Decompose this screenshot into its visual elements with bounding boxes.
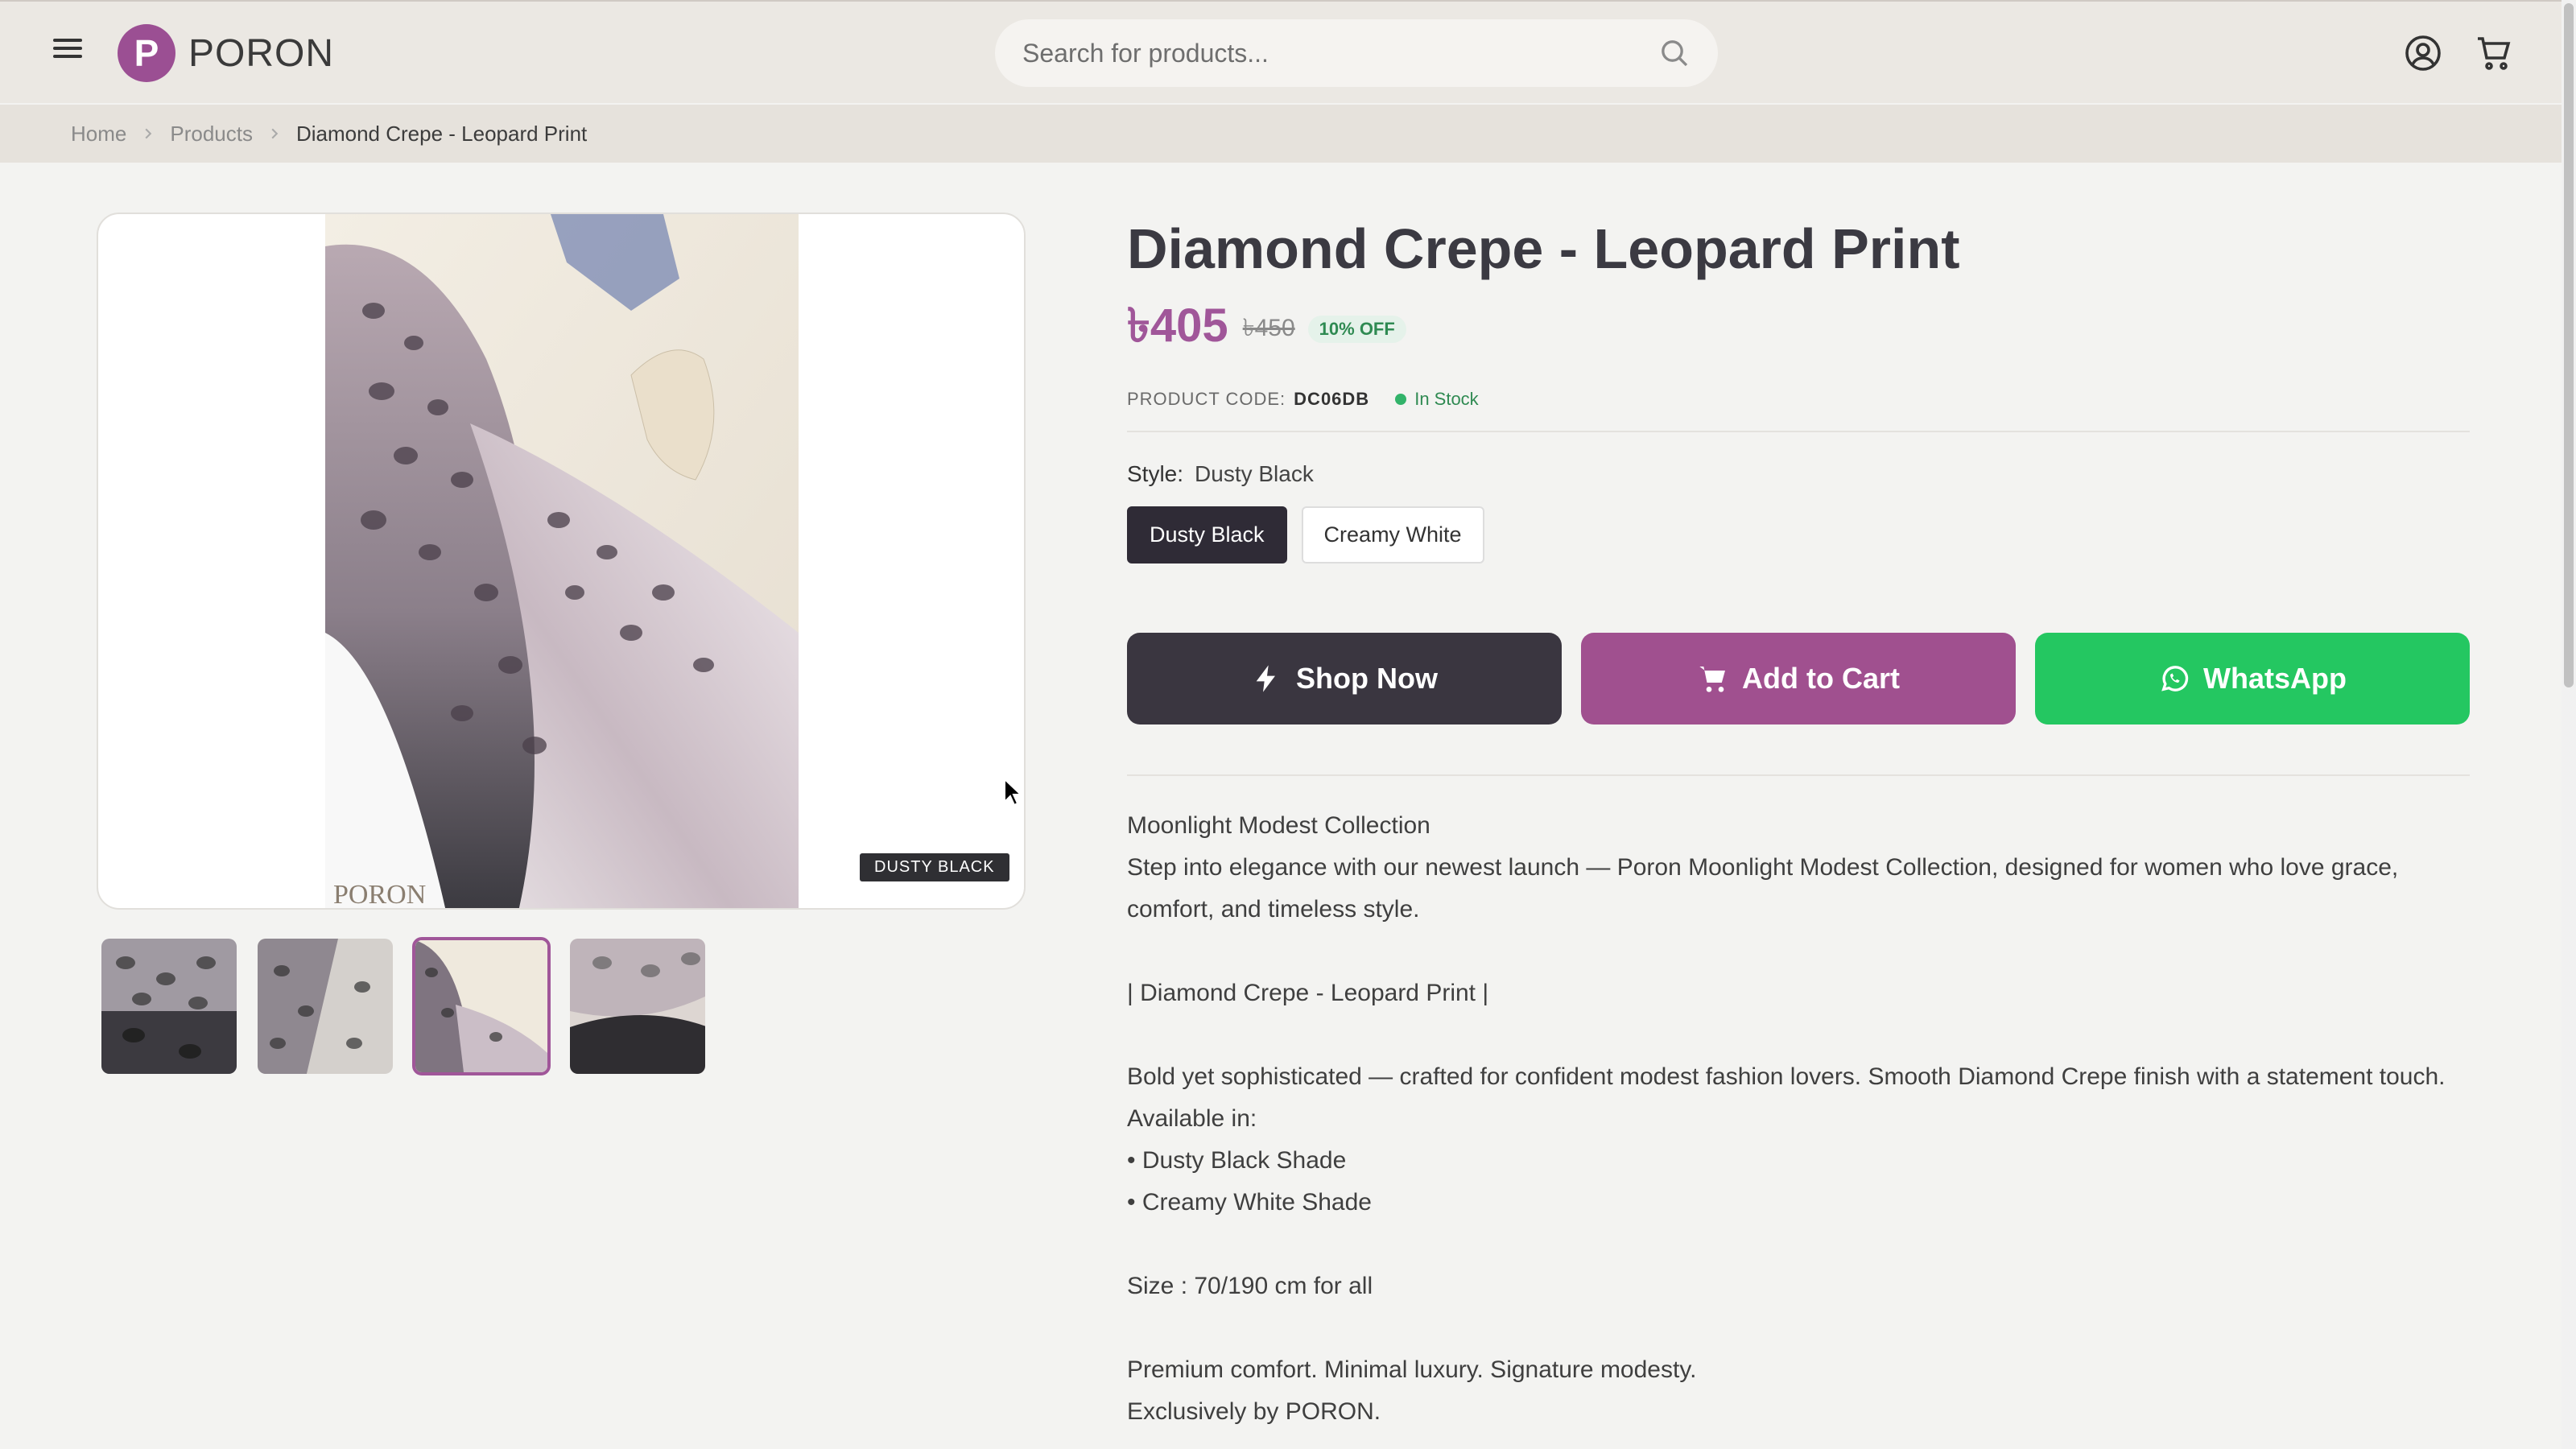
product-details: Diamond Crepe - Leopard Print ৳405 ৳450 …	[1127, 213, 2470, 1433]
description-line: • Creamy White Shade	[1127, 1189, 1372, 1216]
product-code: DC06DB	[1294, 389, 1370, 409]
description-line: Step into elegance with our newest launc…	[1127, 854, 2405, 923]
whatsapp-label: WhatsApp	[2203, 662, 2347, 695]
lightning-icon	[1256, 665, 1275, 692]
breadcrumb-home[interactable]: Home	[71, 122, 126, 147]
logo-text: PORON	[188, 31, 335, 75]
product-code-label: PRODUCT CODE:	[1127, 389, 1286, 409]
cart-icon[interactable]	[2475, 34, 2513, 72]
discount-badge: 10% OFF	[1307, 315, 1406, 343]
shop-now-label: Shop Now	[1296, 662, 1438, 695]
whatsapp-icon	[2161, 666, 2189, 691]
original-price: ৳450	[1242, 315, 1295, 341]
description-line: Bold yet sophisticated — crafted for con…	[1127, 1063, 2446, 1090]
whatsapp-button[interactable]: WhatsApp	[2035, 633, 2470, 724]
style-options: Dusty Black Creamy White	[1127, 506, 2470, 564]
chevron-right-icon	[271, 128, 279, 139]
shop-now-button[interactable]: Shop Now	[1127, 633, 1562, 724]
breadcrumb: Home Products Diamond Crepe - Leopard Pr…	[0, 105, 2562, 163]
scrollbar-thumb[interactable]	[2564, 3, 2574, 687]
style-value: Dusty Black	[1195, 461, 1314, 486]
description-line: Premium comfort. Minimal luxury. Signatu…	[1127, 1356, 1697, 1383]
action-buttons: Shop Now Add to Cart WhatsApp	[1127, 633, 2470, 724]
main-product-image[interactable]: PORON	[97, 213, 1026, 910]
cart-icon	[1699, 667, 1725, 692]
menu-icon[interactable]	[50, 34, 90, 69]
logo-mark: P	[118, 24, 175, 82]
description-line: Exclusively by PORON.	[1127, 1398, 1381, 1425]
description-line: Moonlight Modest Collection	[1127, 812, 1430, 839]
page-scrollbar[interactable]	[2562, 0, 2576, 1449]
search-input[interactable]	[1022, 38, 1658, 68]
user-icon[interactable]	[2404, 34, 2442, 72]
stock-indicator-icon	[1395, 394, 1407, 405]
site-header: P PORON	[0, 0, 2562, 103]
search-icon[interactable]	[1658, 37, 1690, 69]
price-row: ৳405 ৳450 10% OFF	[1127, 290, 2470, 368]
product-title: Diamond Crepe - Leopard Print	[1127, 217, 1960, 280]
breadcrumb-products[interactable]: Products	[170, 122, 253, 147]
thumbnail-4[interactable]	[568, 937, 707, 1075]
description-line: | Diamond Crepe - Leopard Print |	[1127, 980, 1489, 1006]
add-to-cart-button[interactable]: Add to Cart	[1581, 633, 2016, 724]
mouse-cursor-icon	[1004, 778, 1022, 807]
search-bar	[995, 19, 1718, 87]
product-code-row: PRODUCT CODE: DC06DB In Stock	[1127, 389, 2470, 432]
style-row: Style: Dusty Black	[1127, 461, 2470, 487]
add-to-cart-label: Add to Cart	[1742, 662, 1900, 695]
style-option-creamy-white[interactable]: Creamy White	[1301, 506, 1484, 564]
thumbnail-1[interactable]	[100, 937, 238, 1075]
breadcrumb-current: Diamond Crepe - Leopard Print	[295, 121, 588, 146]
image-style-tag: DUSTY BLACK	[860, 853, 1009, 881]
thumbnail-2[interactable]	[256, 937, 394, 1075]
stock-status: In Stock	[1414, 389, 1479, 409]
current-price: ৳405	[1127, 299, 1228, 352]
thumbnail-strip	[100, 937, 707, 1075]
brand-logo[interactable]: P PORON	[118, 24, 334, 82]
style-option-dusty-black[interactable]: Dusty Black	[1127, 506, 1287, 564]
description-line: Available in:	[1127, 1105, 1257, 1132]
description-line: • Dusty Black Shade	[1127, 1147, 1347, 1174]
product-description: Moonlight Modest Collection Step into el…	[1127, 805, 2470, 1433]
product-photo: PORON	[325, 214, 799, 910]
chevron-right-icon	[145, 128, 152, 139]
thumbnail-3[interactable]	[412, 937, 551, 1075]
style-label: Style:	[1127, 461, 1184, 486]
photo-watermark: PORON	[333, 880, 426, 910]
description-line: Size : 70/190 cm for all	[1127, 1273, 1373, 1299]
divider	[1127, 774, 2470, 776]
